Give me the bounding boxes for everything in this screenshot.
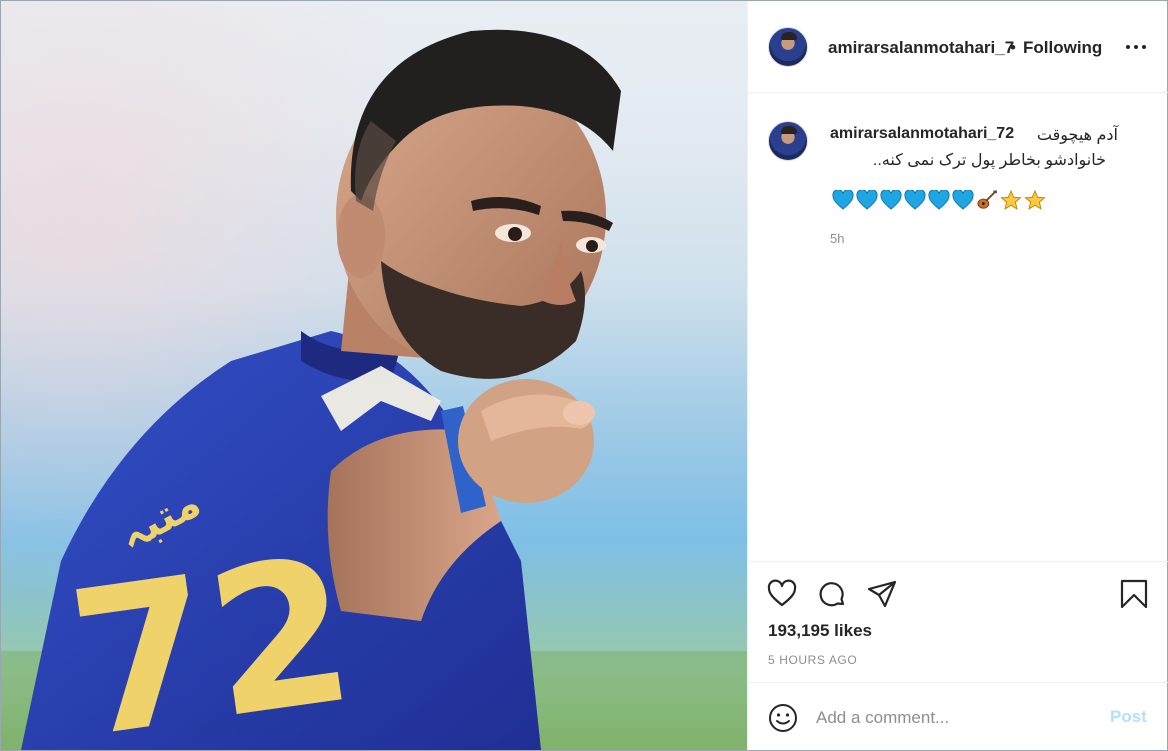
likes-count[interactable]: 193,195 likes — [768, 621, 872, 641]
caption-time[interactable]: 5h — [830, 231, 844, 246]
caption-text-line1: آدم هیچوقت — [1036, 127, 1118, 144]
following-button[interactable]: Following — [1023, 38, 1102, 58]
blue-heart-icon — [880, 190, 902, 210]
caption-text-line2: خانوادشو بخاطر پول ترک نمی کنه.. — [872, 152, 1106, 169]
player-illustration: 72 متبہ — [1, 1, 747, 750]
post-actions: 193,195 likes 5 HOURS AGO Post — [748, 561, 1168, 751]
emoji-icon[interactable] — [768, 703, 798, 733]
star-icon — [1024, 190, 1046, 210]
svg-text:72: 72 — [57, 514, 365, 750]
blue-heart-icon — [832, 190, 854, 210]
author-username[interactable]: amirarsalanmotahari_7 — [828, 38, 1014, 58]
post-timestamp[interactable]: 5 HOURS AGO — [768, 653, 857, 667]
add-comment-bar: Post — [748, 682, 1168, 751]
bookmark-icon[interactable] — [1118, 578, 1150, 610]
share-icon[interactable] — [866, 578, 898, 610]
caption-emojis — [832, 190, 1046, 210]
header-separator: • — [1010, 38, 1016, 57]
comment-icon[interactable] — [816, 578, 848, 610]
guitar-icon — [977, 190, 997, 209]
blue-heart-icon — [904, 190, 926, 210]
star-icon — [1000, 190, 1022, 210]
post-side-panel: amirarsalanmotahari_7 • Following amirar… — [747, 1, 1168, 751]
comment-input[interactable] — [816, 705, 1096, 731]
author-avatar[interactable] — [768, 27, 808, 67]
caption-avatar[interactable] — [768, 121, 808, 161]
blue-heart-icon — [856, 190, 878, 210]
more-options-icon[interactable] — [1126, 37, 1146, 57]
like-heart-icon[interactable] — [766, 578, 798, 610]
post-comment-button[interactable]: Post — [1110, 707, 1147, 727]
post-photo[interactable]: 72 متبہ — [1, 1, 747, 750]
blue-heart-icon — [952, 190, 974, 210]
post-header: amirarsalanmotahari_7 • Following — [748, 1, 1168, 93]
caption-username[interactable]: amirarsalanmotahari_72 — [830, 125, 1014, 143]
blue-heart-icon — [928, 190, 950, 210]
